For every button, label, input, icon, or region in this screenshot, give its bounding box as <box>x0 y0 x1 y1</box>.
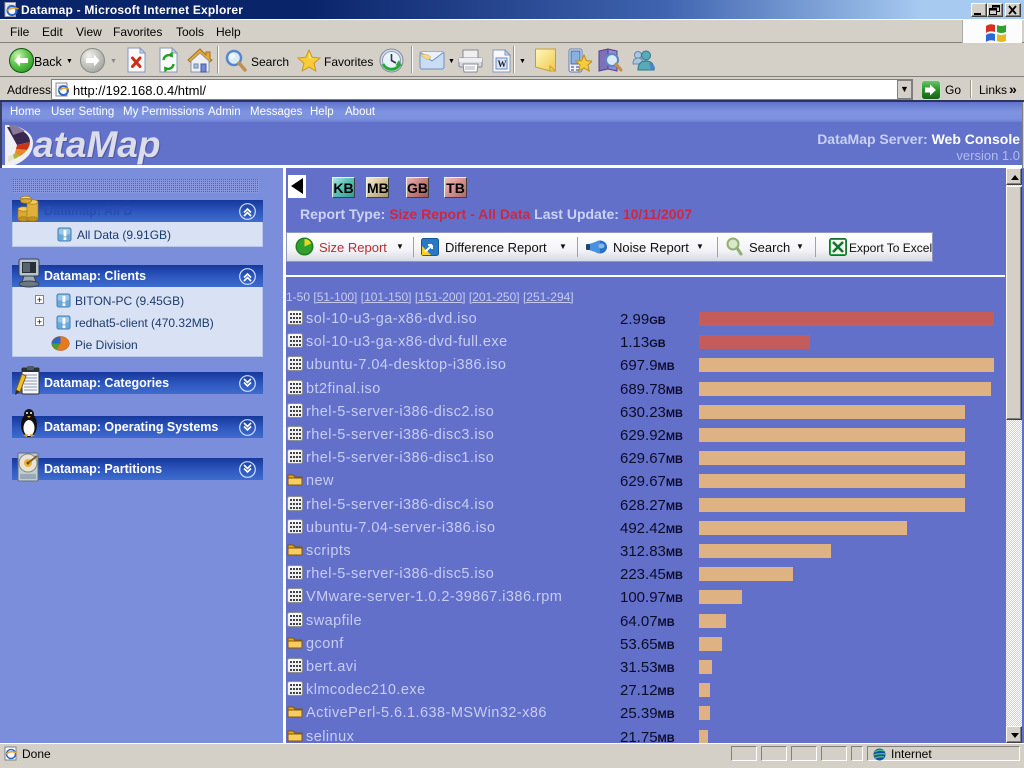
svg-text:W: W <box>498 59 507 69</box>
